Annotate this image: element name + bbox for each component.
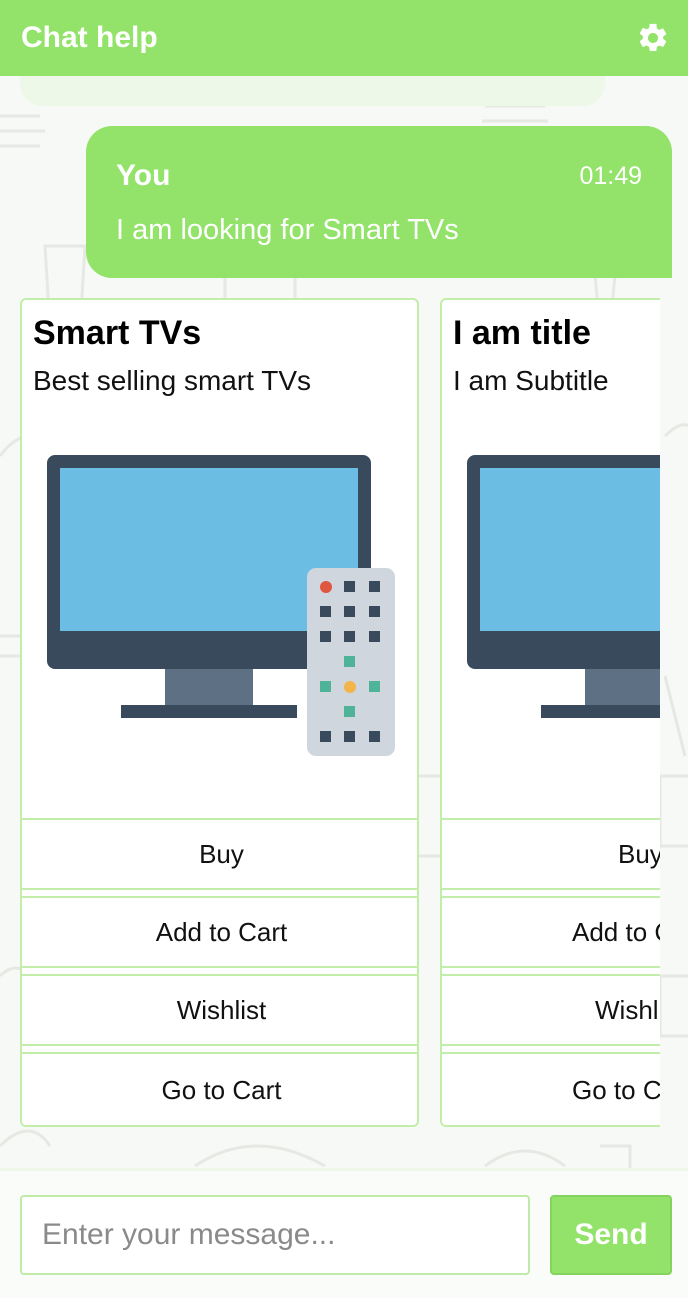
message-composer: Send [0,1168,688,1298]
wishlist-button[interactable]: Wishlist [22,974,417,1046]
card-title: I am title [453,314,591,352]
buy-button[interactable]: Buy [22,818,417,890]
message-text: I am looking for Smart TVs [116,214,459,246]
go-to-cart-button[interactable]: Go to Cart [22,1052,417,1125]
buy-button[interactable]: Buy [442,818,660,890]
add-to-cart-button[interactable]: Add to Cart [442,896,660,968]
add-to-cart-button[interactable]: Add to Cart [22,896,417,968]
product-card: Smart TVs Best selling smart TVs Buy Add… [20,298,419,1127]
go-to-cart-button[interactable]: Go to Cart [442,1052,660,1125]
chat-body[interactable]: You 01:49 I am looking for Smart TVs Sma… [0,76,688,1168]
previous-message-bubble [20,76,605,106]
gear-icon[interactable] [636,21,670,55]
message-input[interactable] [20,1195,530,1275]
send-button[interactable]: Send [550,1195,672,1275]
wishlist-button[interactable]: Wishlist [442,974,660,1046]
chat-header: Chat help [0,0,688,76]
card-subtitle: Best selling smart TVs [33,365,312,396]
product-card: I am title I am Subtitle Buy Add to Cart… [440,298,660,1127]
chat-title: Chat help [21,21,158,54]
product-carousel[interactable]: Smart TVs Best selling smart TVs Buy Add… [0,298,660,1128]
message-time: 01:49 [579,162,642,190]
message-sender: You [116,159,171,192]
card-title: Smart TVs [33,314,202,352]
card-subtitle: I am Subtitle [453,365,609,396]
user-message-bubble: You 01:49 I am looking for Smart TVs [86,126,672,278]
tv-remote-icon [467,455,660,718]
tv-remote-icon [47,455,395,756]
